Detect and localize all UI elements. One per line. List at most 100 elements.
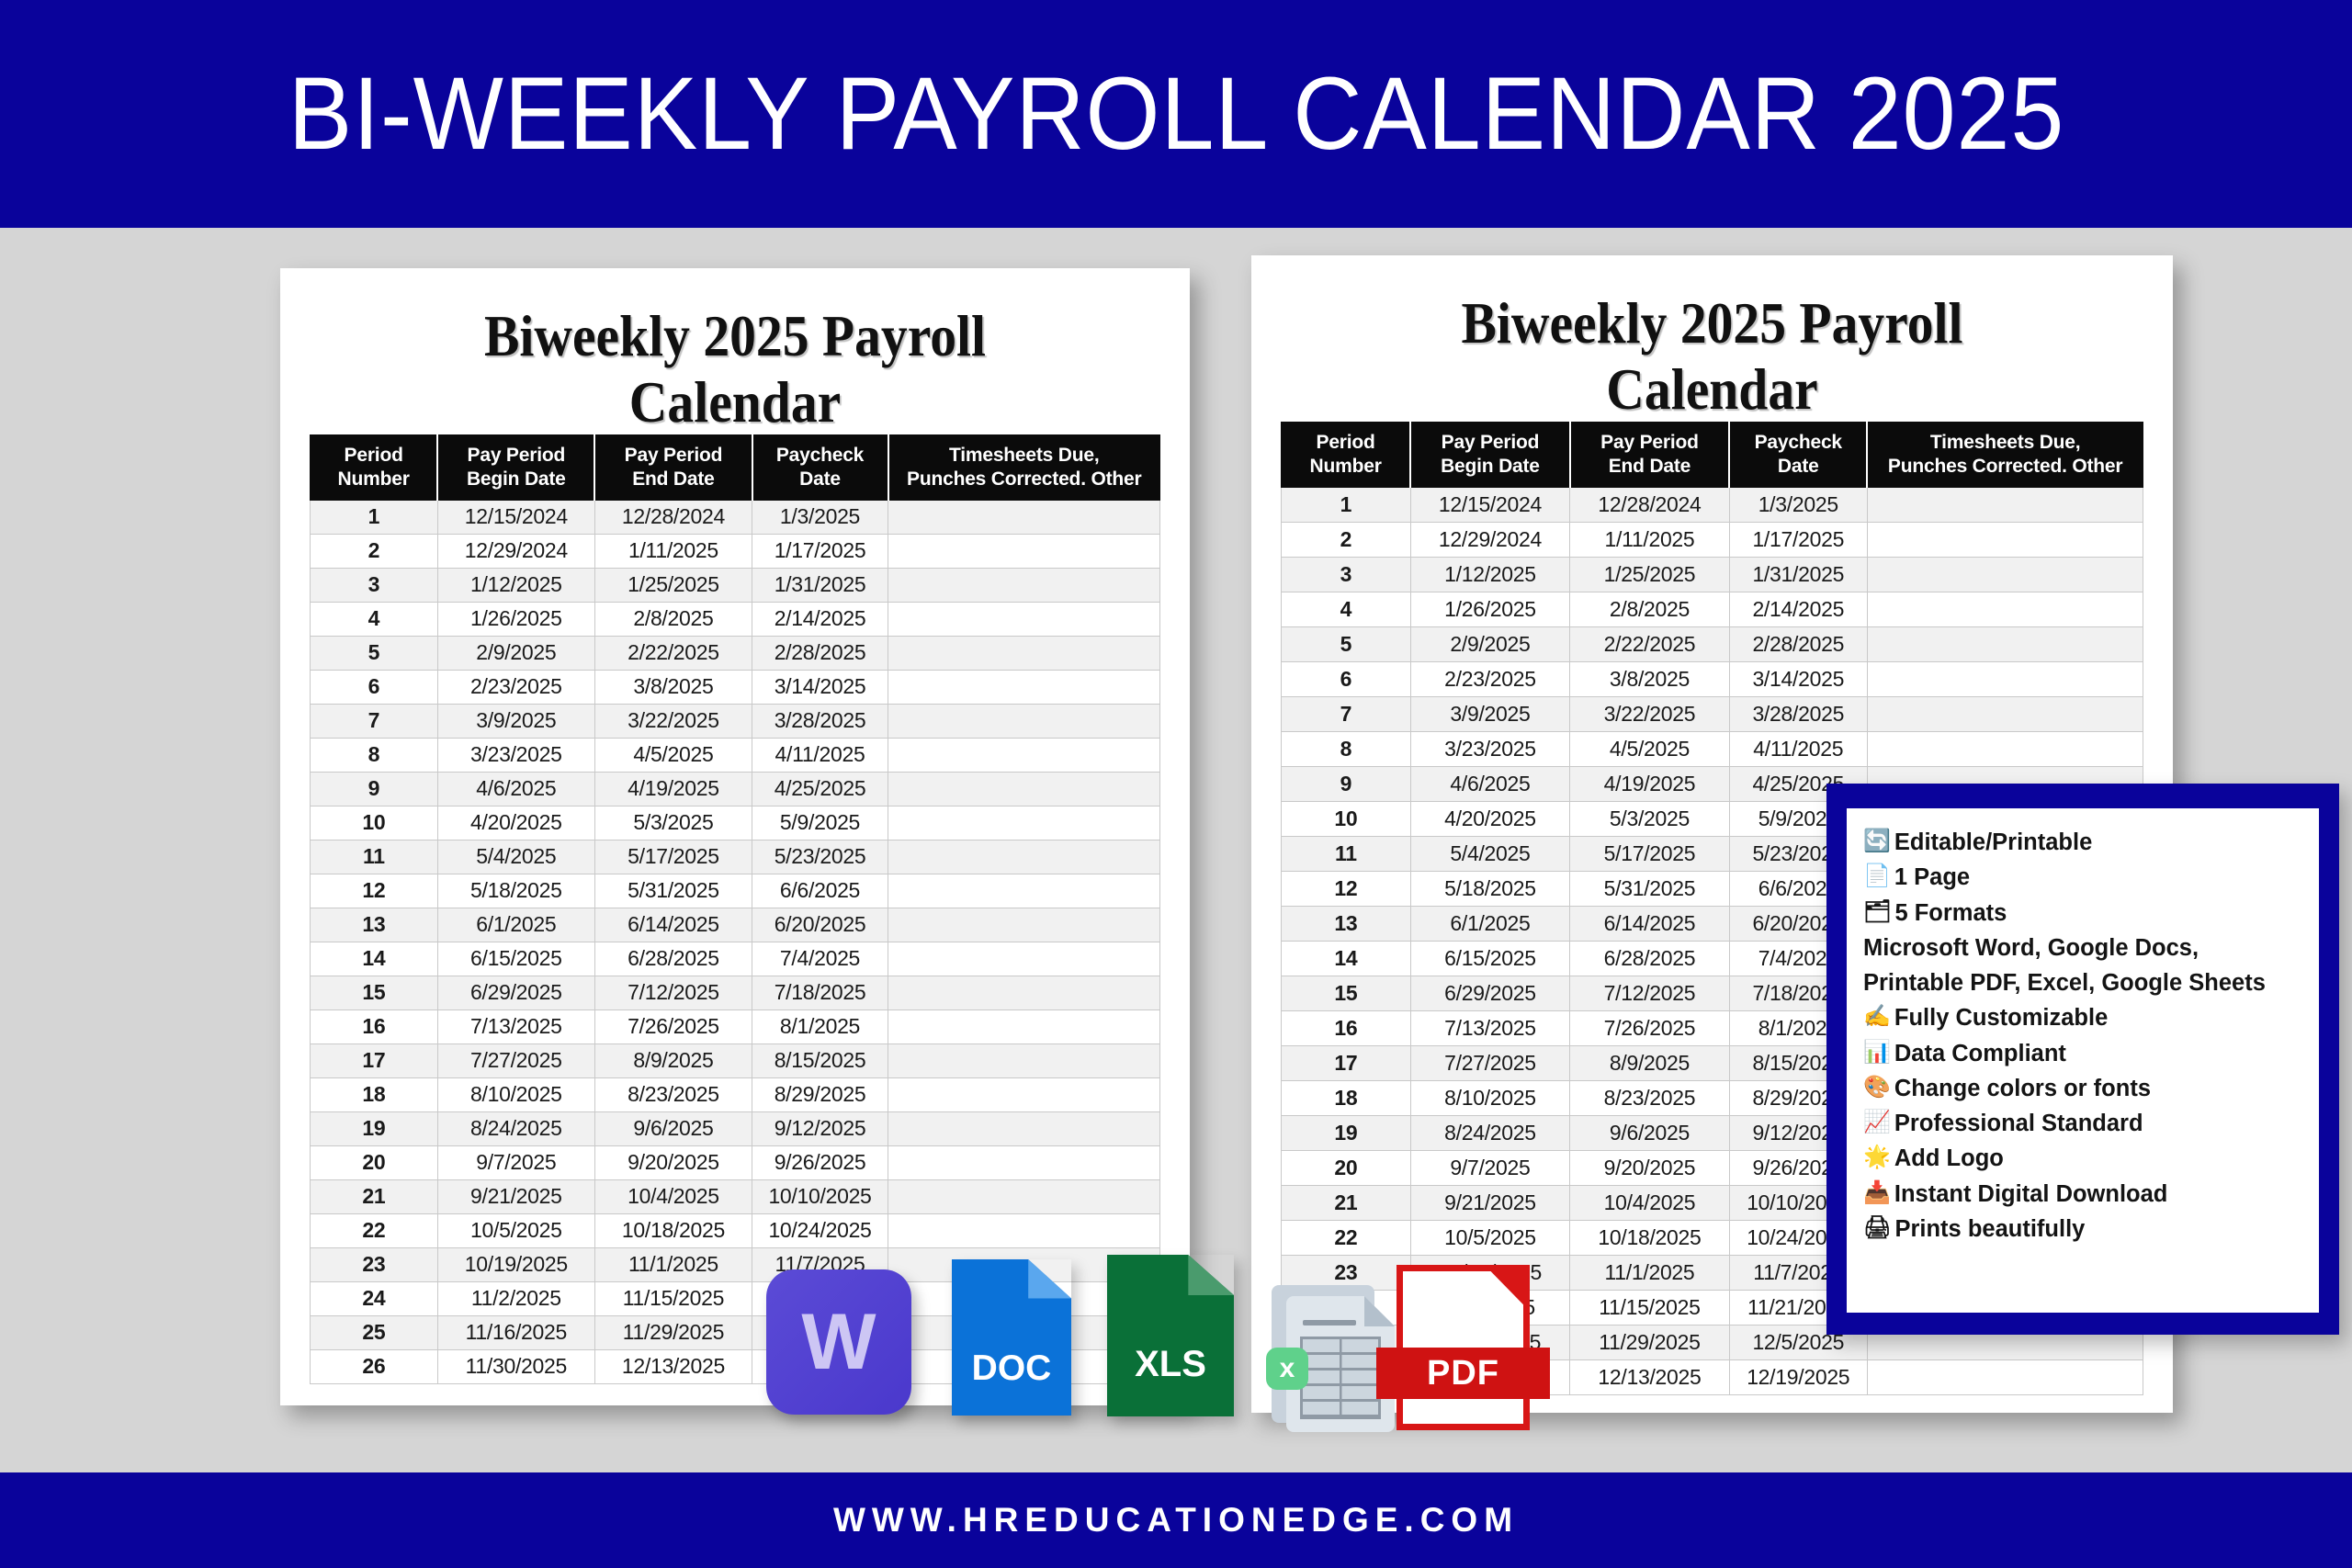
star-icon: 🌟 (1863, 1145, 1891, 1170)
cell-period-number: 20 (1281, 1149, 1411, 1186)
cell-timesheets (888, 1179, 1160, 1214)
cell-timesheets (1866, 556, 2144, 592)
xls-file-icon[interactable]: XLS (1107, 1255, 1234, 1416)
doc-file-icon[interactable]: DOC (952, 1259, 1071, 1416)
cell-end-date: 3/22/2025 (594, 703, 753, 739)
xls-icon-label: XLS (1135, 1343, 1206, 1384)
cell-timesheets (888, 703, 1160, 739)
page-title: BI-WEEKLY PAYROLL CALENDAR 2025 (288, 56, 2064, 171)
cell-begin-date: 12/15/2024 (1409, 486, 1571, 523)
table-row: 3 1/12/2025 1/25/2025 1/31/2025 (1281, 556, 2144, 592)
cell-begin-date: 2/23/2025 (436, 669, 595, 705)
cell-period-number: 14 (1281, 940, 1411, 976)
cell-end-date: 11/29/2025 (594, 1314, 753, 1350)
cell-paycheck-date: 12/19/2025 (1728, 1359, 1868, 1395)
cell-begin-date: 1/12/2025 (1409, 556, 1571, 592)
pdf-icon-label: PDF (1376, 1348, 1550, 1399)
cell-end-date: 9/6/2025 (1569, 1114, 1730, 1151)
cell-end-date: 12/28/2024 (594, 499, 753, 535)
cell-end-date: 11/29/2025 (1569, 1324, 1730, 1360)
product-features-list: 🔄 Editable/Printable 📄 1 Page 🗂 5 Formats Micr… (1847, 808, 2319, 1313)
cell-period-number: 19 (1281, 1114, 1411, 1151)
table-row: 5 2/9/2025 2/22/2025 2/28/2025 (310, 635, 1160, 671)
cell-period-number: 21 (1281, 1184, 1411, 1221)
cell-period-number: 11 (1281, 835, 1411, 872)
table-row: 22 10/5/2025 10/18/2025 10/24/2025 (310, 1213, 1160, 1248)
website-url[interactable]: WWW.HREDUCATIONEDGE.COM (833, 1501, 1519, 1540)
cell-begin-date: 8/24/2025 (436, 1111, 595, 1146)
cell-period-number: 21 (310, 1179, 438, 1214)
payroll-table-left: Period Number Pay Period Begin Date Pay Pe… (310, 434, 1160, 1384)
excel-grid (1300, 1337, 1381, 1419)
word-file-icon[interactable]: W (766, 1269, 911, 1415)
cell-paycheck-date: 10/10/2025 (752, 1179, 888, 1214)
table-row: 4 1/26/2025 2/8/2025 2/14/2025 (1281, 591, 2144, 627)
cell-paycheck-date: 7/18/2025 (752, 975, 888, 1010)
cell-period-number: 26 (310, 1348, 438, 1384)
col-header-paycheck-date: Paycheck Date (752, 434, 889, 501)
cell-paycheck-date: 7/4/2025 (752, 941, 888, 976)
cell-begin-date: 8/10/2025 (436, 1077, 595, 1112)
cell-timesheets (888, 805, 1160, 840)
cell-period-number: 12 (310, 873, 438, 908)
cell-end-date: 5/3/2025 (1569, 800, 1730, 837)
cell-period-number: 1 (310, 499, 438, 535)
cell-end-date: 12/28/2024 (1569, 486, 1730, 523)
pdf-file-icon[interactable]: PDF (1376, 1265, 1550, 1430)
cell-period-number: 2 (1281, 521, 1411, 558)
cell-period-number: 22 (310, 1213, 438, 1248)
product-features-box: 🔄 Editable/Printable 📄 1 Page 🗂 5 Formats Micr… (1826, 784, 2339, 1335)
cell-paycheck-date: 6/20/2025 (752, 907, 888, 942)
cell-paycheck-date: 8/15/2025 (752, 1043, 888, 1078)
cell-period-number: 18 (1281, 1079, 1411, 1116)
feature-item: 🗂 5 Formats (1863, 896, 2304, 931)
table-row: 1 12/15/2024 12/28/2024 1/3/2025 (1281, 486, 2144, 523)
table-row: 2 12/29/2024 1/11/2025 1/17/2025 (1281, 521, 2144, 558)
cell-begin-date: 6/1/2025 (1409, 905, 1571, 942)
cell-period-number: 15 (310, 975, 438, 1010)
payroll-table-body: 1 12/15/2024 12/28/2024 1/3/2025 2 12/29/2024… (310, 499, 1160, 1384)
cell-begin-date: 2/9/2025 (436, 635, 595, 671)
table-row: 7 3/9/2025 3/22/2025 3/28/2025 (310, 703, 1160, 739)
cell-begin-date: 12/29/2024 (1409, 521, 1571, 558)
cell-begin-date: 8/10/2025 (1409, 1079, 1571, 1116)
cell-end-date: 7/26/2025 (1569, 1010, 1730, 1046)
cell-period-number: 17 (1281, 1044, 1411, 1081)
cell-period-number: 8 (1281, 730, 1411, 767)
doc-icon-label: DOC (971, 1348, 1052, 1388)
payroll-calendar-card-left[interactable]: Biweekly 2025 Payroll Calendar Period Num… (280, 268, 1190, 1405)
feature-item: ✍️ Fully Customizable (1863, 1000, 2304, 1035)
cell-begin-date: 10/5/2025 (436, 1213, 595, 1248)
cell-paycheck-date: 9/26/2025 (752, 1145, 888, 1180)
cell-period-number: 11 (310, 839, 438, 874)
cell-begin-date: 6/1/2025 (436, 907, 595, 942)
cell-timesheets (888, 1213, 1160, 1248)
cell-paycheck-date: 5/9/2025 (752, 805, 888, 840)
col-header-period-number: Period Number (1281, 422, 1412, 488)
col-header-end-date: Pay Period End Date (1569, 422, 1731, 488)
table-row: 17 7/27/2025 8/9/2025 8/15/2025 (310, 1043, 1160, 1078)
cell-timesheets (888, 737, 1160, 773)
cell-end-date: 2/22/2025 (1569, 626, 1730, 662)
table-row: 21 9/21/2025 10/4/2025 10/10/2025 (310, 1179, 1160, 1214)
cell-end-date: 5/31/2025 (1569, 870, 1730, 907)
excel-x-badge-icon: x (1266, 1348, 1308, 1390)
cell-end-date: 3/8/2025 (1569, 660, 1730, 697)
cell-begin-date: 5/4/2025 (436, 839, 595, 874)
table-row: 19 8/24/2025 9/6/2025 9/12/2025 (310, 1111, 1160, 1146)
cell-end-date: 2/22/2025 (594, 635, 753, 671)
cell-timesheets (1866, 730, 2144, 767)
cell-period-number: 14 (310, 941, 438, 976)
cell-timesheets (888, 941, 1160, 976)
inbox-download-icon: 📥 (1863, 1179, 1891, 1205)
cell-begin-date: 1/26/2025 (1409, 591, 1571, 627)
table-row: 13 6/1/2025 6/14/2025 6/20/2025 (310, 907, 1160, 942)
feature-label: Add Logo (1894, 1145, 2004, 1172)
cell-end-date: 1/25/2025 (1569, 556, 1730, 592)
cell-begin-date: 11/16/2025 (436, 1314, 595, 1350)
cell-timesheets (888, 1009, 1160, 1044)
cell-timesheets (888, 1043, 1160, 1078)
cell-paycheck-date: 2/28/2025 (752, 635, 888, 671)
cell-period-number: 7 (1281, 695, 1411, 732)
cell-timesheets (1866, 660, 2144, 697)
